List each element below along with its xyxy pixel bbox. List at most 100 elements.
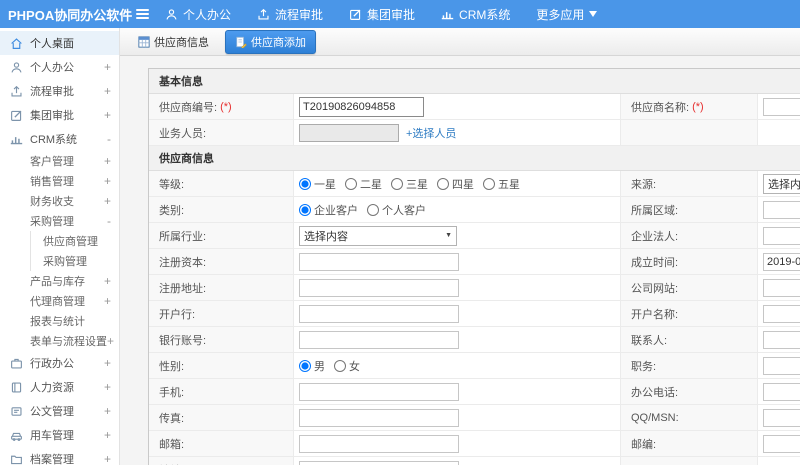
sidebar-item-customer-mgmt[interactable]: 客户管理 + [0, 151, 119, 171]
text-input[interactable] [299, 460, 459, 465]
radio-option[interactable]: 二星 [345, 176, 382, 192]
sidebar-item-agent-mgmt[interactable]: 代理商管理 + [0, 291, 119, 311]
field-label: 供应商名称: [631, 101, 690, 114]
text-input[interactable] [299, 382, 459, 401]
select-person-link[interactable]: +选择人员 [406, 125, 456, 141]
radio-input[interactable] [299, 177, 311, 190]
text-input[interactable] [299, 123, 399, 142]
field-input-cell [294, 379, 621, 405]
app-logo: PHPOA协同办公软件 [8, 7, 133, 23]
radio-option[interactable]: 五星 [483, 176, 520, 192]
hamburger-menu-icon[interactable] [136, 9, 149, 19]
field-label-cell: 供应商名称: (*) [621, 94, 758, 120]
text-input[interactable] [299, 434, 459, 453]
radio-option[interactable]: 女 [334, 358, 360, 374]
expand-toggle-icon[interactable]: + [104, 404, 111, 418]
caret-down-icon [589, 11, 598, 17]
sidebar-item-hr[interactable]: 人力资源 + [0, 375, 119, 399]
sidebar-item-form-flow-settings[interactable]: 表单与流程设置 + [0, 331, 119, 351]
text-input[interactable] [299, 278, 459, 297]
radio-label: 四星 [452, 178, 474, 191]
nav-group-approval[interactable]: 集团审批 [349, 6, 415, 23]
select-input[interactable]: 选择内容▼ [299, 225, 457, 246]
sidebar-item-archive-mgmt[interactable]: 档案管理 + [0, 447, 119, 465]
field-input-cell [294, 249, 621, 275]
radio-option[interactable]: 企业客户 [299, 202, 358, 218]
text-input[interactable] [763, 200, 800, 219]
radio-option[interactable]: 个人客户 [367, 202, 426, 218]
expand-toggle-icon[interactable]: - [107, 132, 111, 146]
sidebar-item-doc-mgmt[interactable]: 公文管理 + [0, 399, 119, 423]
expand-toggle-icon[interactable]: + [104, 452, 111, 465]
radio-input[interactable] [391, 177, 403, 190]
text-input[interactable] [763, 226, 800, 245]
text-input[interactable] [763, 97, 800, 116]
top-navigation: 个人办公 流程审批 集团审批 CRM系统 更多应用 [165, 6, 598, 23]
expand-toggle-icon[interactable]: + [104, 108, 111, 122]
text-input[interactable] [299, 96, 424, 117]
field-label: 类别: [159, 204, 185, 217]
expand-toggle-icon[interactable]: + [104, 174, 111, 188]
radio-option[interactable]: 四星 [437, 176, 474, 192]
radio-input[interactable] [345, 177, 357, 190]
radio-input[interactable] [483, 177, 495, 190]
expand-toggle-icon[interactable]: + [104, 154, 111, 168]
text-input[interactable] [763, 408, 800, 427]
edit-icon [349, 8, 362, 21]
sidebar-item-admin-office[interactable]: 行政办公 + [0, 351, 119, 375]
sidebar-item-finance[interactable]: 财务收支 + [0, 191, 119, 211]
nav-process-approval[interactable]: 流程审批 [257, 6, 323, 23]
radio-input[interactable] [299, 203, 311, 216]
expand-toggle-icon[interactable]: + [104, 356, 111, 370]
expand-toggle-icon[interactable]: + [104, 60, 111, 74]
section-header: 基本信息 [149, 69, 800, 94]
sidebar-item-reports[interactable]: 报表与统计 [0, 311, 119, 331]
expand-toggle-icon[interactable]: - [107, 214, 111, 228]
sidebar-item-supplier-mgmt[interactable]: 供应商管理 [30, 231, 119, 251]
text-input[interactable] [299, 330, 459, 349]
text-input[interactable] [763, 278, 800, 297]
text-input[interactable] [763, 382, 800, 401]
expand-toggle-icon[interactable]: + [104, 194, 111, 208]
sidebar-item-purchase-mgmt[interactable]: 采购管理 - [0, 211, 119, 231]
sidebar-item-crm[interactable]: CRM系统 - [0, 127, 119, 151]
text-input[interactable] [299, 408, 459, 427]
sidebar-item-product-stock[interactable]: 产品与库存 + [0, 271, 119, 291]
expand-toggle-icon[interactable]: + [104, 274, 111, 288]
expand-toggle-icon[interactable]: + [104, 84, 111, 98]
expand-toggle-icon[interactable]: + [104, 428, 111, 442]
expand-toggle-icon[interactable]: + [104, 294, 111, 308]
sidebar-item-personal-office[interactable]: 个人办公 + [0, 55, 119, 79]
sidebar-item-label: 个人办公 [30, 62, 74, 74]
radio-input[interactable] [437, 177, 449, 190]
field-label-cell: 供应商编号: (*) [149, 94, 294, 120]
text-input[interactable] [763, 434, 800, 453]
nav-personal-office[interactable]: 个人办公 [165, 6, 231, 23]
text-input[interactable] [763, 356, 800, 375]
tab-supplier-info[interactable]: 供应商信息 [132, 31, 215, 53]
radio-label: 一星 [314, 178, 336, 191]
radio-option[interactable]: 一星 [299, 176, 336, 192]
sidebar-item-group-approval[interactable]: 集团审批 + [0, 103, 119, 127]
nav-more-apps[interactable]: 更多应用 [536, 6, 598, 23]
nav-crm-system[interactable]: CRM系统 [441, 6, 510, 23]
select-input[interactable]: 选择内容▼ [763, 173, 800, 194]
sidebar-item-purchase-sub[interactable]: 采购管理 [30, 251, 119, 271]
text-input[interactable] [763, 304, 800, 323]
text-input[interactable] [299, 252, 459, 271]
expand-toggle-icon[interactable]: + [104, 380, 111, 394]
radio-input[interactable] [299, 359, 311, 372]
radio-option[interactable]: 男 [299, 358, 325, 374]
text-input[interactable] [763, 330, 800, 349]
radio-input[interactable] [334, 359, 346, 372]
sidebar-item-sales-mgmt[interactable]: 销售管理 + [0, 171, 119, 191]
text-input[interactable] [299, 304, 459, 323]
sidebar-item-process-approval[interactable]: 流程审批 + [0, 79, 119, 103]
radio-input[interactable] [367, 203, 379, 216]
sidebar-item-vehicle-mgmt[interactable]: 用车管理 + [0, 423, 119, 447]
radio-option[interactable]: 三星 [391, 176, 428, 192]
tab-supplier-add[interactable]: 供应商添加 [225, 29, 316, 54]
expand-toggle-icon[interactable]: + [107, 334, 114, 348]
text-input[interactable] [763, 252, 800, 271]
sidebar-item-desktop[interactable]: 个人桌面 [0, 31, 119, 55]
